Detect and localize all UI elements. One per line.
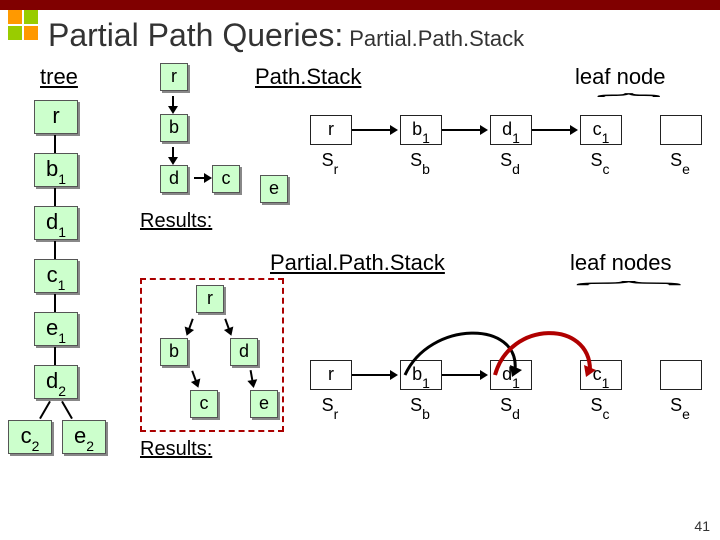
tree-edge — [54, 241, 56, 259]
tree-edge — [54, 347, 56, 365]
tree-node-r: r — [34, 100, 78, 134]
title-row: Partial Path Queries: Partial.Path.Stack — [0, 10, 720, 60]
stack-cell: c1 — [580, 115, 622, 145]
query-node: d — [230, 338, 258, 366]
arrow-right-icon — [204, 173, 212, 183]
tree-edge — [54, 188, 56, 206]
query-node: b — [160, 338, 188, 366]
tree-edge — [54, 135, 56, 153]
stack-cell — [660, 115, 702, 145]
query-node: b — [160, 114, 188, 142]
pathstack-label: Path.Stack — [255, 64, 361, 90]
arrow-down-icon — [168, 106, 178, 114]
link-arrow-icon — [532, 129, 570, 131]
logo-icon — [8, 10, 40, 42]
stack-name: Sb — [400, 150, 440, 174]
stack-name: Sr — [310, 150, 350, 174]
query-node: r — [196, 285, 224, 313]
tree-node-b1: b1 — [34, 153, 78, 187]
tree-node-e1: e1 — [34, 312, 78, 346]
tree-node-c2: c2 — [8, 420, 52, 454]
tree-edge — [54, 294, 56, 312]
tree-label: tree — [40, 64, 78, 90]
stack-cell: r — [310, 360, 352, 390]
stack-name: Sb — [400, 395, 440, 419]
link-arrow-icon — [352, 129, 390, 131]
stack-cell: d1 — [490, 115, 532, 145]
page-number: 41 — [694, 518, 710, 534]
stack-cell — [660, 360, 702, 390]
tree-edge — [39, 401, 51, 419]
arrow-down-icon — [168, 157, 178, 165]
stack-name: Se — [660, 150, 700, 174]
brace-icon: ⏞ — [575, 281, 683, 303]
results-label: Results: — [140, 210, 212, 233]
partial-label: Partial.Path.Stack — [270, 250, 445, 276]
page-title: Partial Path Queries: — [48, 17, 343, 54]
stack-name: Sc — [580, 150, 620, 174]
leafnodes-label: leaf nodes — [570, 250, 672, 276]
page-subtitle: Partial.Path.Stack — [349, 26, 524, 52]
query-node: c — [190, 390, 218, 418]
link-arrow-icon — [352, 374, 390, 376]
stack-name: Se — [660, 395, 700, 419]
query-node: e — [260, 175, 288, 203]
stack-cell: b1 — [400, 115, 442, 145]
tree-node-d1: d1 — [34, 206, 78, 240]
stack-name: Sd — [490, 150, 530, 174]
tree-node-c1: c1 — [34, 259, 78, 293]
tree-edge — [61, 401, 73, 419]
query-node: r — [160, 63, 188, 91]
stack-cell: r — [310, 115, 352, 145]
leafnode-label: leaf node — [575, 64, 666, 90]
tree-node-d2: d2 — [34, 365, 78, 399]
stack-name: Sr — [310, 395, 350, 419]
query-node: e — [250, 390, 278, 418]
brace-icon: ⏞ — [596, 93, 661, 115]
results-label2: Results: — [140, 438, 212, 461]
arrow-down-icon — [247, 379, 258, 389]
tree-node-e2: e2 — [62, 420, 106, 454]
stack-name: Sc — [580, 395, 620, 419]
query-node: c — [212, 165, 240, 193]
link-arrow-icon — [442, 129, 480, 131]
query-node: d — [160, 165, 188, 193]
stack-name: Sd — [490, 395, 530, 419]
curved-arrow-icon — [490, 315, 650, 395]
title-bar — [0, 0, 720, 10]
